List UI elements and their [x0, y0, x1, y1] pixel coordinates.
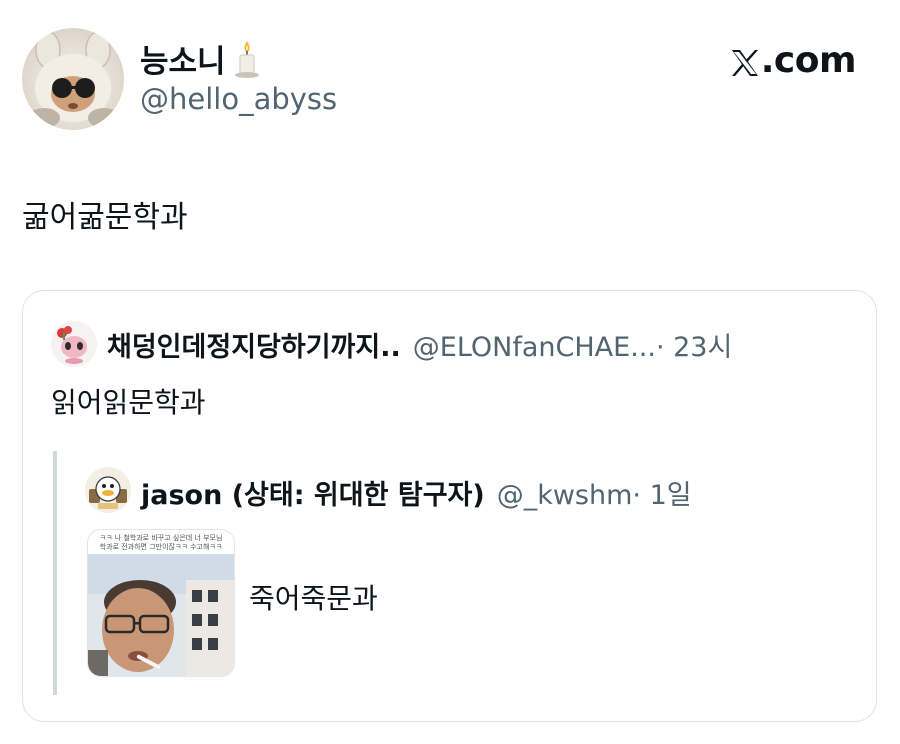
- quote-author-handle[interactable]: @ELONfanCHAE...: [413, 332, 656, 363]
- tweet-text: 굶어굶문학과: [22, 200, 188, 235]
- brand-x-com: .com: [730, 40, 857, 81]
- nested-author-avatar[interactable]: [85, 467, 131, 513]
- thread-line: [53, 451, 57, 695]
- nested-timestamp[interactable]: · 1일: [632, 473, 691, 512]
- quote-card[interactable]: 채덩인데정지당하기까지.. @ELONfanCHAE... · 23시 읽어읽문…: [22, 290, 877, 722]
- author-name-row: 능소니: [140, 36, 262, 81]
- author-avatar[interactable]: [22, 28, 124, 130]
- author-handle[interactable]: @hello_abyss: [140, 82, 337, 116]
- nested-text: 죽어죽문과: [249, 582, 378, 615]
- nested-author-handle[interactable]: @_kwshm: [497, 480, 633, 511]
- photo-image: [88, 554, 234, 676]
- nested-author-name[interactable]: jason (상태: 위대한 탐구자): [141, 473, 485, 512]
- quote-meta: 채덩인데정지당하기까지.. @ELONfanCHAE... · 23시: [107, 325, 732, 364]
- quote-author-avatar[interactable]: [51, 321, 97, 367]
- brand-label: .com: [760, 40, 857, 81]
- nested-media-thumbnail[interactable]: ㅋㅋ 나 철학과로 바꾸고 싶은데 너 부모님 학과로 전과하면 그만이잖ㅋㅋ …: [87, 529, 235, 677]
- quote-text: 읽어읽문학과: [51, 386, 206, 419]
- author-display-name[interactable]: 능소니: [140, 36, 226, 81]
- candle-icon: [232, 39, 262, 79]
- quote-timestamp[interactable]: · 23시: [656, 325, 732, 364]
- nested-meta: jason (상태: 위대한 탐구자) @_kwshm · 1일: [141, 473, 692, 512]
- x-logo-icon: [730, 46, 760, 76]
- quote-author-name[interactable]: 채덩인데정지당하기까지..: [107, 325, 401, 364]
